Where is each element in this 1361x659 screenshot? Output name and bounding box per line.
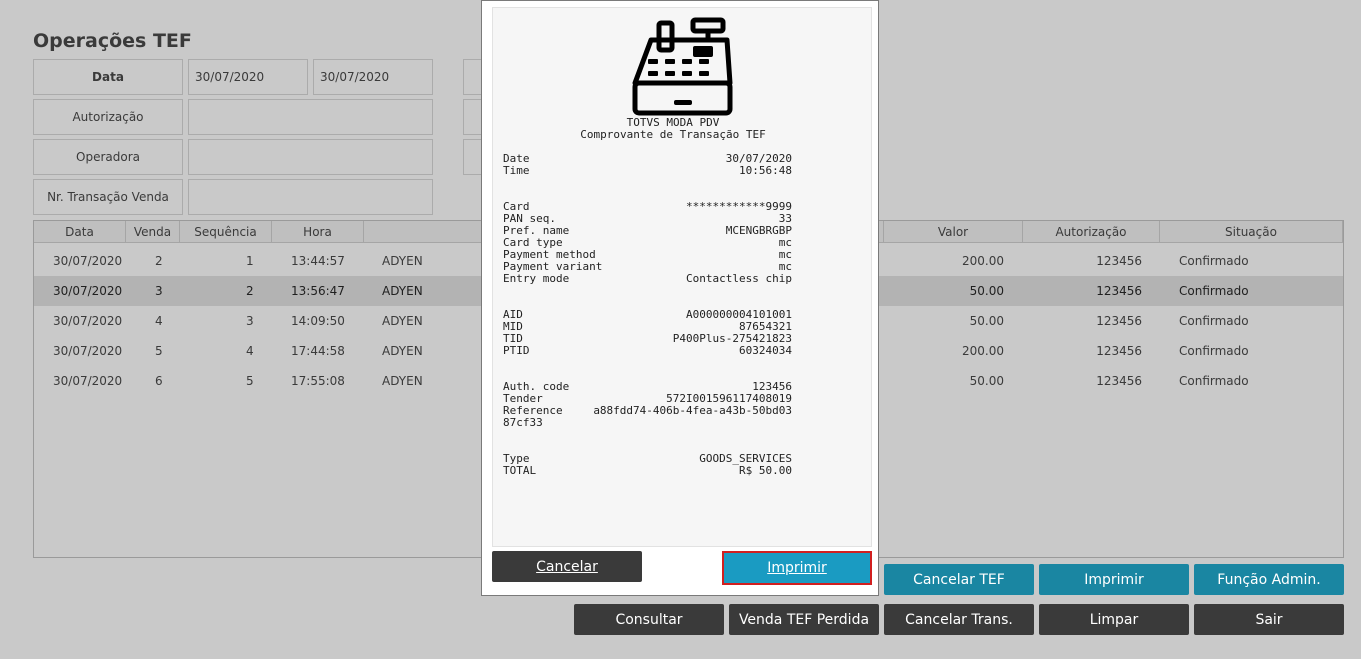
venda-tef-perdida-button[interactable]: Venda TEF Perdida [729,604,879,635]
receipt-value: R$ 50.00 [739,464,792,477]
cell-venda: 4 [155,314,163,328]
cell-venda: 5 [155,344,163,358]
cell-operadora: ADYEN [382,254,423,268]
cell-venda: 3 [155,284,163,298]
cell-situacao: Confirmado [1179,344,1249,358]
cell-sequencia: 3 [246,314,254,328]
cell-situacao: Confirmado [1179,314,1249,328]
cell-operadora: ADYEN [382,314,423,328]
cell-autorizacao: 123456 [1096,344,1142,358]
operadora-label: Operadora [33,139,183,175]
cell-hora: 17:44:58 [291,344,345,358]
autorizacao-label: Autorização [33,99,183,135]
cell-autorizacao: 123456 [1096,284,1142,298]
page-title: Operações TEF [33,30,192,52]
cancelar-trans-button[interactable]: Cancelar Trans. [884,604,1034,635]
cell-autorizacao: 123456 [1096,374,1142,388]
filter-field-right-3[interactable] [463,139,483,175]
cell-hora: 13:44:57 [291,254,345,268]
cell-situacao: Confirmado [1179,374,1249,388]
modal-cancel-button[interactable]: Cancelar [492,551,642,582]
modal-print-button[interactable]: Imprimir [722,551,872,585]
cell-situacao: Confirmado [1179,284,1249,298]
col-header-sequencia[interactable]: Sequência [180,221,272,243]
filter-field-right-2[interactable] [463,99,483,135]
receipt-key: PTID [503,344,530,357]
receipt-key: TOTAL [503,464,537,477]
cell-sequencia: 5 [246,374,254,388]
cell-valor: 50.00 [969,314,1004,328]
cell-autorizacao: 123456 [1096,254,1142,268]
cell-autorizacao: 123456 [1096,314,1142,328]
data-from-field[interactable]: 30/07/2020 [188,59,308,95]
col-header-autorizacao[interactable]: Autorização [1023,221,1160,243]
data-label: Data [33,59,183,95]
receipt-value: ************9999 [686,200,792,213]
cell-data: 30/07/2020 [53,284,123,298]
receipt-line: Entry mode Contactless chip [503,273,792,285]
imprimir-button[interactable]: Imprimir [1039,564,1189,595]
operadora-field[interactable] [188,139,433,175]
filter-field-right-1[interactable] [463,59,483,95]
funcao-admin-button[interactable]: Função Admin. [1194,564,1344,595]
receipt-header-2: Comprovante de Transação TEF [580,128,766,141]
receipt-value: 10:56:48 [739,164,792,177]
cell-data: 30/07/2020 [53,344,123,358]
cell-venda: 6 [155,374,163,388]
cell-hora: 13:56:47 [291,284,345,298]
receipt-key: Time [503,164,530,177]
cell-sequencia: 2 [246,284,254,298]
receipt-preview: TOTVS MODA PDV Comprovante de Transação … [492,7,872,547]
receipt-key: 87cf33 [503,416,543,429]
col-header-venda[interactable]: Venda [126,221,180,243]
cell-data: 30/07/2020 [53,374,123,388]
cell-sequencia: 1 [246,254,254,268]
cell-venda: 2 [155,254,163,268]
cash-register-icon [632,17,733,116]
limpar-button[interactable]: Limpar [1039,604,1189,635]
receipt-value: a88fdd74-406b-4fea-a43b-50bd03 [593,404,792,417]
receipt-line: Reference a88fdd74-406b-4fea-a43b-50bd03 [503,405,792,417]
cell-data: 30/07/2020 [53,254,123,268]
receipt-line: TOTAL R$ 50.00 [503,465,792,477]
consultar-button[interactable]: Consultar [574,604,724,635]
cell-operadora: ADYEN [382,284,423,298]
receipt-line: 87cf33 [503,417,792,429]
cell-situacao: Confirmado [1179,254,1249,268]
nr-transacao-field[interactable] [188,179,433,215]
data-to-field[interactable]: 30/07/2020 [313,59,433,95]
col-header-data[interactable]: Data [34,221,126,243]
cell-hora: 17:55:08 [291,374,345,388]
cell-valor: 200.00 [962,254,1004,268]
cancelar-tef-button[interactable]: Cancelar TEF [884,564,1034,595]
receipt-key: Entry mode [503,272,570,285]
receipt-line: Time 10:56:48 [503,165,792,177]
col-header-hora[interactable]: Hora [272,221,364,243]
col-header-situacao[interactable]: Situação [1160,221,1343,243]
cell-hora: 14:09:50 [291,314,345,328]
receipt-line: PTID 60324034 [503,345,792,357]
col-header-valor[interactable]: Valor [884,221,1023,243]
autorizacao-field[interactable] [188,99,433,135]
receipt-value: 60324034 [739,344,792,357]
cell-data: 30/07/2020 [53,314,123,328]
nr-transacao-label: Nr. Transação Venda [33,179,183,215]
cell-valor: 50.00 [969,374,1004,388]
cell-sequencia: 4 [246,344,254,358]
sair-button[interactable]: Sair [1194,604,1344,635]
receipt-value: Contactless chip [686,272,792,285]
cell-valor: 200.00 [962,344,1004,358]
cell-operadora: ADYEN [382,344,423,358]
cell-operadora: ADYEN [382,374,423,388]
cell-valor: 50.00 [969,284,1004,298]
